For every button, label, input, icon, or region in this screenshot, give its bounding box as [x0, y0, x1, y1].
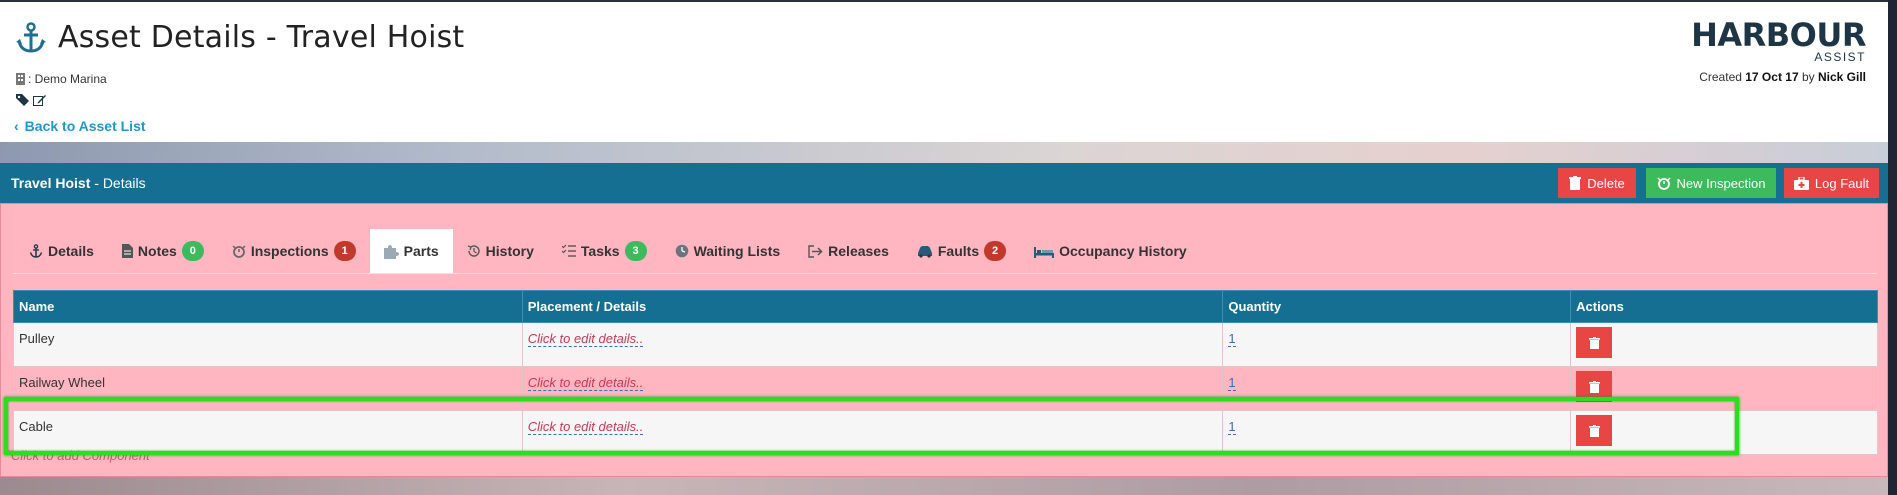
panel-section: - Details: [90, 175, 146, 191]
quantity-link[interactable]: 1: [1228, 331, 1236, 347]
logo-main-text: HARBOUR: [1691, 16, 1866, 54]
puzzle-icon: [383, 244, 399, 259]
medkit-icon: [1793, 176, 1809, 190]
trash-icon: [1588, 336, 1600, 349]
tab-waiting-lists-label: Waiting Lists: [693, 243, 781, 259]
edit-icon[interactable]: [33, 94, 46, 106]
delete-button-label: Delete: [1587, 175, 1625, 191]
tab-parts[interactable]: Parts: [369, 229, 453, 273]
tab-notes-label: Notes: [137, 243, 177, 259]
back-link-label: Back to Asset List: [24, 118, 146, 134]
alarm-clock-icon: [232, 245, 246, 258]
note-icon: [121, 244, 133, 258]
edit-details-link[interactable]: Click to edit details..: [527, 375, 644, 391]
anchor-icon: [16, 21, 46, 53]
trash-icon: [1588, 380, 1600, 393]
tab-history-label: History: [485, 243, 534, 259]
tab-notes[interactable]: Notes 0: [108, 229, 218, 273]
page-header: Asset Details - Travel Hoist : Demo Mari…: [0, 2, 1888, 142]
created-info: Created 17 Oct 17 by Nick Gill: [1699, 70, 1866, 84]
tab-faults-label: Faults: [937, 243, 980, 259]
edit-details-link[interactable]: Click to edit details..: [527, 331, 644, 347]
alarm-clock-icon: [1657, 177, 1671, 190]
panel-title: Travel Hoist - Details: [11, 175, 146, 191]
column-header-placement: Placement / Details: [521, 290, 1224, 323]
column-header-quantity: Quantity: [1222, 290, 1572, 323]
notes-count-badge: 0: [181, 241, 204, 261]
quantity-link[interactable]: 1: [1228, 375, 1236, 391]
bed-icon: [1034, 246, 1055, 258]
new-inspection-label: New Inspection: [1676, 175, 1766, 191]
tab-waiting-lists[interactable]: Waiting Lists: [661, 229, 795, 273]
panel-asset-name: Travel Hoist: [11, 175, 91, 191]
part-quantity-cell: 1: [1222, 322, 1572, 367]
car-icon: [917, 245, 932, 258]
clock-icon: [675, 244, 688, 258]
tab-faults[interactable]: Faults 2: [903, 229, 1020, 273]
sign-out-icon: [808, 244, 823, 258]
log-fault-label: Log Fault: [1814, 175, 1870, 191]
title-row: Asset Details - Travel Hoist: [14, 20, 464, 55]
tab-inspections[interactable]: Inspections 1: [218, 229, 370, 273]
column-header-actions: Actions: [1570, 290, 1878, 323]
tab-tasks-label: Tasks: [580, 243, 620, 259]
tab-parts-label: Parts: [403, 243, 439, 259]
inspections-count-badge: 1: [333, 241, 356, 261]
tab-details[interactable]: Details: [15, 229, 108, 273]
background-strip: [0, 477, 1888, 495]
history-icon: [467, 245, 480, 257]
tab-releases-label: Releases: [828, 243, 889, 259]
trash-icon: [1569, 176, 1582, 190]
created-by: Nick Gill: [1817, 70, 1866, 84]
tag-icon[interactable]: [16, 94, 29, 106]
marina-label: : Demo Marina: [16, 72, 107, 86]
building-icon: [16, 73, 25, 85]
delete-part-button[interactable]: [1576, 327, 1613, 358]
part-name: Pulley: [13, 322, 523, 367]
harbour-assist-logo: HARBOUR ASSIST: [1691, 18, 1866, 64]
window-right-edge: [1888, 0, 1897, 495]
tab-releases[interactable]: Releases: [794, 229, 903, 273]
marina-name: : Demo Marina: [28, 72, 107, 86]
back-to-asset-list-link[interactable]: ‹ Back to Asset List: [14, 118, 146, 134]
tasks-icon: [561, 244, 576, 257]
selection-highlight: [4, 397, 1739, 455]
asset-tabs: Details Notes 0 Inspections 1 Parts Hist…: [15, 229, 1201, 273]
chevron-left-icon: ‹: [14, 118, 19, 134]
part-actions-cell: [1570, 322, 1878, 367]
table-header-row: Name Placement / Details Quantity Action…: [13, 290, 1878, 323]
tab-divider: [13, 273, 1877, 274]
created-by-prefix: by: [1798, 70, 1818, 84]
tab-tasks[interactable]: Tasks 3: [548, 229, 661, 273]
created-prefix: Created: [1699, 70, 1746, 84]
tab-occupancy-history-label: Occupancy History: [1059, 243, 1187, 259]
column-header-name: Name: [13, 290, 523, 323]
page-title: Asset Details - Travel Hoist: [58, 20, 465, 55]
tab-inspections-label: Inspections: [250, 243, 329, 259]
tasks-count-badge: 3: [624, 241, 647, 261]
created-date: 17 Oct 17: [1745, 70, 1799, 84]
new-inspection-button[interactable]: New Inspection: [1646, 168, 1776, 198]
tab-details-label: Details: [48, 243, 94, 259]
log-fault-button[interactable]: Log Fault: [1784, 168, 1879, 198]
tag-row: [16, 94, 46, 106]
table-row: Pulley Click to edit details.. 1: [13, 322, 1878, 367]
delete-button[interactable]: Delete: [1558, 168, 1636, 198]
faults-count-badge: 2: [984, 241, 1007, 261]
tab-occupancy-history[interactable]: Occupancy History: [1020, 229, 1201, 273]
anchor-icon: [29, 244, 43, 258]
tab-history[interactable]: History: [453, 229, 548, 273]
part-details-cell: Click to edit details..: [521, 322, 1224, 367]
